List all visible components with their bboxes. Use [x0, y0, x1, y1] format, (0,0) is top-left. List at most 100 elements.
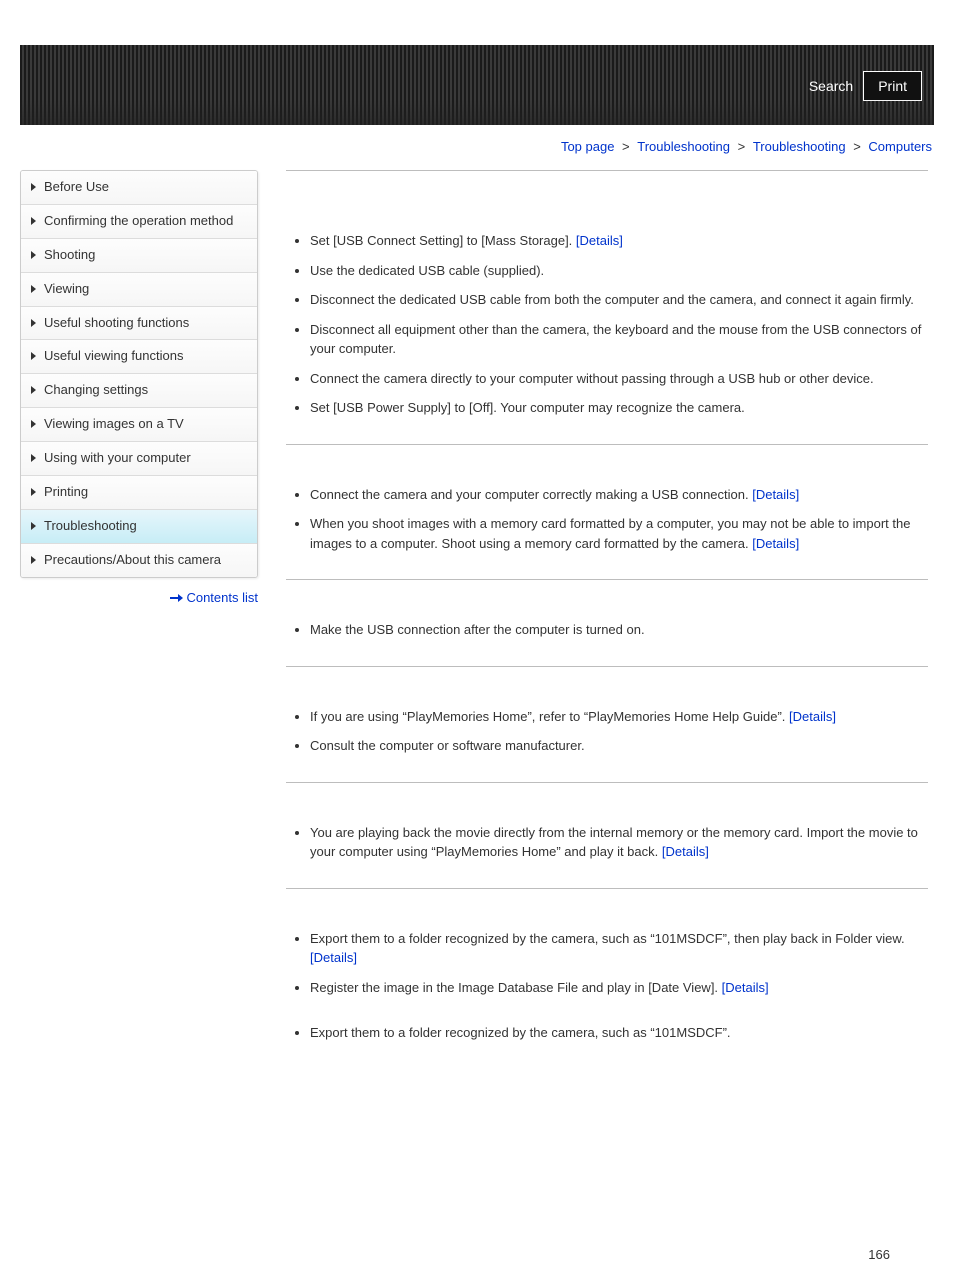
page-number: 166: [868, 1247, 890, 1262]
sidebar-item-label: Printing: [44, 484, 88, 501]
breadcrumb-separator: >: [618, 139, 633, 154]
bullet-list: Make the USB connection after the comput…: [286, 620, 928, 640]
contents-list-link[interactable]: Contents list: [20, 590, 258, 605]
sidebar-item[interactable]: Using with your computer: [21, 442, 257, 476]
breadcrumb-link[interactable]: Top page: [561, 139, 615, 154]
list-item-text: Register the image in the Image Database…: [310, 980, 722, 995]
sidebar-item[interactable]: Before Use: [21, 171, 257, 205]
bullet-list: Set [USB Connect Setting] to [Mass Stora…: [286, 231, 928, 418]
sidebar-item[interactable]: Useful shooting functions: [21, 307, 257, 341]
section-rule: [286, 579, 928, 580]
sidebar-item-label: Changing settings: [44, 382, 148, 399]
caret-right-icon: [31, 386, 36, 394]
list-item-text: Set [USB Connect Setting] to [Mass Stora…: [310, 233, 576, 248]
list-item: When you shoot images with a memory card…: [310, 514, 928, 553]
bullet-list: You are playing back the movie directly …: [286, 823, 928, 862]
sidebar-item[interactable]: Changing settings: [21, 374, 257, 408]
sidebar-item[interactable]: Confirming the operation method: [21, 205, 257, 239]
bullet-list: If you are using “PlayMemories Home”, re…: [286, 707, 928, 756]
list-item: Disconnect the dedicated USB cable from …: [310, 290, 928, 310]
details-link[interactable]: [Details]: [722, 980, 769, 995]
breadcrumb-separator: >: [734, 139, 749, 154]
caret-right-icon: [31, 319, 36, 327]
breadcrumb-link[interactable]: Troubleshooting: [637, 139, 730, 154]
sidebar-item-label: Useful viewing functions: [44, 348, 183, 365]
section-rule: [286, 782, 928, 783]
breadcrumb: Top page > Troubleshooting > Troubleshoo…: [0, 139, 932, 154]
arrow-right-icon: [170, 595, 182, 601]
list-item-text: If you are using “PlayMemories Home”, re…: [310, 709, 789, 724]
details-link[interactable]: [Details]: [752, 536, 799, 551]
list-item: If you are using “PlayMemories Home”, re…: [310, 707, 928, 727]
sidebar: Before Use Confirming the operation metho…: [20, 170, 258, 1069]
details-link[interactable]: [Details]: [310, 950, 357, 965]
list-item-text: Consult the computer or software manufac…: [310, 738, 585, 753]
print-button[interactable]: Print: [863, 71, 922, 101]
list-item-text: Disconnect the dedicated USB cable from …: [310, 292, 914, 307]
sidebar-item-label: Useful shooting functions: [44, 315, 189, 332]
bullet-list: Connect the camera and your computer cor…: [286, 485, 928, 554]
list-item-text: Set [USB Power Supply] to [Off]. Your co…: [310, 400, 745, 415]
caret-right-icon: [31, 285, 36, 293]
sidebar-item[interactable]: Viewing images on a TV: [21, 408, 257, 442]
sidebar-item[interactable]: Viewing: [21, 273, 257, 307]
list-item-text: When you shoot images with a memory card…: [310, 516, 910, 551]
details-link[interactable]: [Details]: [752, 487, 799, 502]
caret-right-icon: [31, 251, 36, 259]
sidebar-item-label: Using with your computer: [44, 450, 191, 467]
list-item: You are playing back the movie directly …: [310, 823, 928, 862]
list-item: Consult the computer or software manufac…: [310, 736, 928, 756]
sidebar-item[interactable]: Troubleshooting: [21, 510, 257, 544]
list-item: Set [USB Power Supply] to [Off]. Your co…: [310, 398, 928, 418]
sidebar-item-label: Precautions/About this camera: [44, 552, 221, 569]
header-band: Search Print: [20, 45, 934, 125]
sidebar-item-label: Before Use: [44, 179, 109, 196]
caret-right-icon: [31, 420, 36, 428]
caret-right-icon: [31, 556, 36, 564]
details-link[interactable]: [Details]: [576, 233, 623, 248]
bullet-list: Export them to a folder recognized by th…: [286, 1023, 928, 1043]
section-rule: [286, 888, 928, 889]
caret-right-icon: [31, 454, 36, 462]
contents-list-label[interactable]: Contents list: [186, 590, 258, 605]
list-item-text: Connect the camera and your computer cor…: [310, 487, 752, 502]
section-rule: [286, 444, 928, 445]
sidebar-item[interactable]: Printing: [21, 476, 257, 510]
list-item-text: You are playing back the movie directly …: [310, 825, 918, 860]
caret-right-icon: [31, 183, 36, 191]
list-item: Connect the camera directly to your comp…: [310, 369, 928, 389]
list-item: Disconnect all equipment other than the …: [310, 320, 928, 359]
sidebar-item-label: Shooting: [44, 247, 95, 264]
list-item-text: Make the USB connection after the comput…: [310, 622, 645, 637]
sidebar-item[interactable]: Shooting: [21, 239, 257, 273]
breadcrumb-link[interactable]: Troubleshooting: [753, 139, 846, 154]
list-item: Make the USB connection after the comput…: [310, 620, 928, 640]
list-item-text: Connect the camera directly to your comp…: [310, 371, 874, 386]
bullet-list: Export them to a folder recognized by th…: [286, 929, 928, 998]
sidebar-item-label: Viewing images on a TV: [44, 416, 184, 433]
breadcrumb-separator: >: [850, 139, 865, 154]
caret-right-icon: [31, 217, 36, 225]
sidebar-item-label: Viewing: [44, 281, 89, 298]
list-item-text: Disconnect all equipment other than the …: [310, 322, 921, 357]
list-item: Register the image in the Image Database…: [310, 978, 928, 998]
sidebar-item[interactable]: Useful viewing functions: [21, 340, 257, 374]
nav-list: Before Use Confirming the operation metho…: [20, 170, 258, 578]
search-link[interactable]: Search: [809, 78, 853, 94]
details-link[interactable]: [Details]: [662, 844, 709, 859]
main-content: Set [USB Connect Setting] to [Mass Stora…: [286, 170, 934, 1069]
list-item: Export them to a folder recognized by th…: [310, 929, 928, 968]
details-link[interactable]: [Details]: [789, 709, 836, 724]
sidebar-item-label: Confirming the operation method: [44, 213, 233, 230]
sidebar-item-label: Troubleshooting: [44, 518, 137, 535]
section-rule: [286, 666, 928, 667]
list-item-text: Export them to a folder recognized by th…: [310, 1025, 731, 1040]
list-item: Set [USB Connect Setting] to [Mass Stora…: [310, 231, 928, 251]
list-item: Export them to a folder recognized by th…: [310, 1023, 928, 1043]
caret-right-icon: [31, 488, 36, 496]
caret-right-icon: [31, 352, 36, 360]
list-item: Connect the camera and your computer cor…: [310, 485, 928, 505]
breadcrumb-link[interactable]: Computers: [868, 139, 932, 154]
list-item: Use the dedicated USB cable (supplied).: [310, 261, 928, 281]
sidebar-item[interactable]: Precautions/About this camera: [21, 544, 257, 577]
